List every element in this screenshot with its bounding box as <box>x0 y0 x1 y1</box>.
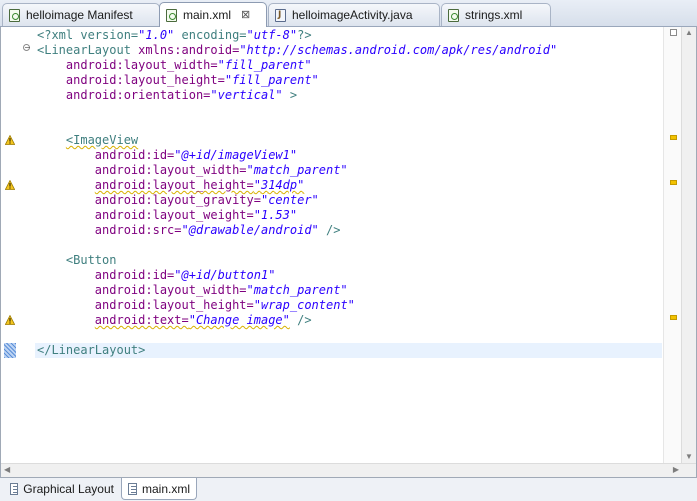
collapse-icon[interactable]: − <box>23 44 31 52</box>
android-xml-icon <box>448 8 459 22</box>
code-line: <?xml version="1.0" encoding="utf-8"?> <box>37 28 312 42</box>
code-line: <LinearLayout xmlns:android="http://sche… <box>37 43 558 57</box>
tab-label: helloimageActivity.java <box>292 8 413 22</box>
overview-warning-mark[interactable] <box>670 135 677 140</box>
code-line: android:src="@drawable/android" /> <box>94 223 341 237</box>
editor-tab-bar: helloimage Manifest main.xml ⊠ helloimag… <box>0 0 697 27</box>
warning-icon[interactable] <box>5 180 15 190</box>
code-line: android:orientation="vertical" > <box>65 88 298 102</box>
code-line: android:id="@+id/button1" <box>94 268 276 282</box>
layout-icon <box>10 483 19 495</box>
code-line: android:layout_height="wrap_content" <box>94 298 355 312</box>
tab-helloimage-activity-java[interactable]: helloimageActivity.java <box>268 3 440 26</box>
editor-page-tabs: Graphical Layout main.xml <box>0 477 697 501</box>
warning-icon[interactable] <box>5 315 15 325</box>
code-line: android:layout_weight="1.53" <box>94 208 298 222</box>
xml-editor[interactable]: − <?xml version="1.0" encoding="utf-8"?>… <box>0 27 697 477</box>
code-line: android:layout_height="fill_parent" <box>65 73 319 87</box>
tab-label: Graphical Layout <box>23 482 114 496</box>
tab-label: helloimage Manifest <box>26 8 133 22</box>
android-xml-icon <box>166 8 177 22</box>
code-line: <ImageView <box>65 133 139 147</box>
vertical-scrollbar[interactable]: ▲ ▼ <box>681 27 696 463</box>
warning-icon[interactable] <box>5 135 15 145</box>
vertical-ruler[interactable] <box>1 27 19 463</box>
tab-label: main.xml <box>141 481 190 496</box>
folding-column[interactable] <box>19 27 33 463</box>
code-line: <Button <box>65 253 117 267</box>
current-line-marker <box>4 343 16 358</box>
tab-main-xml[interactable]: main.xml ⊠ <box>159 2 267 27</box>
tab-main-xml-source[interactable]: main.xml <box>121 478 197 500</box>
code-line: android:layout_width="fill_parent" <box>65 58 312 72</box>
overview-ruler[interactable] <box>663 27 682 463</box>
code-line: android:layout_gravity="center" <box>94 193 319 207</box>
overview-warning-mark[interactable] <box>670 180 677 185</box>
code-line: android:layout_height="314dp" <box>94 178 305 192</box>
code-line-current: </LinearLayout> <box>35 343 662 358</box>
code-line: android:layout_width="match_parent" <box>94 163 348 177</box>
code-line: android:layout_width="match_parent" <box>94 283 348 297</box>
scroll-right-icon[interactable]: ▶ <box>673 466 679 474</box>
code-line: android:text="Change image" /> <box>94 313 312 327</box>
close-icon[interactable]: ⊠ <box>241 9 250 21</box>
horizontal-scrollbar[interactable]: ◀ ▶ <box>1 463 696 477</box>
tab-label: strings.xml <box>465 8 523 22</box>
tab-label: main.xml <box>183 8 232 22</box>
document-icon <box>128 482 137 495</box>
overview-warning-mark[interactable] <box>670 315 677 320</box>
tab-strings-xml[interactable]: strings.xml <box>441 3 551 26</box>
code-line: android:id="@+id/imageView1" <box>94 148 298 162</box>
android-xml-icon <box>9 8 20 22</box>
scroll-down-icon[interactable]: ▼ <box>685 453 693 461</box>
scroll-left-icon[interactable]: ◀ <box>4 466 10 474</box>
tab-helloimage-manifest[interactable]: helloimage Manifest <box>2 3 160 26</box>
tab-graphical-layout[interactable]: Graphical Layout <box>4 478 120 500</box>
java-file-icon <box>275 8 286 22</box>
scroll-up-icon[interactable]: ▲ <box>685 29 693 37</box>
overview-summary-icon[interactable] <box>670 29 677 36</box>
